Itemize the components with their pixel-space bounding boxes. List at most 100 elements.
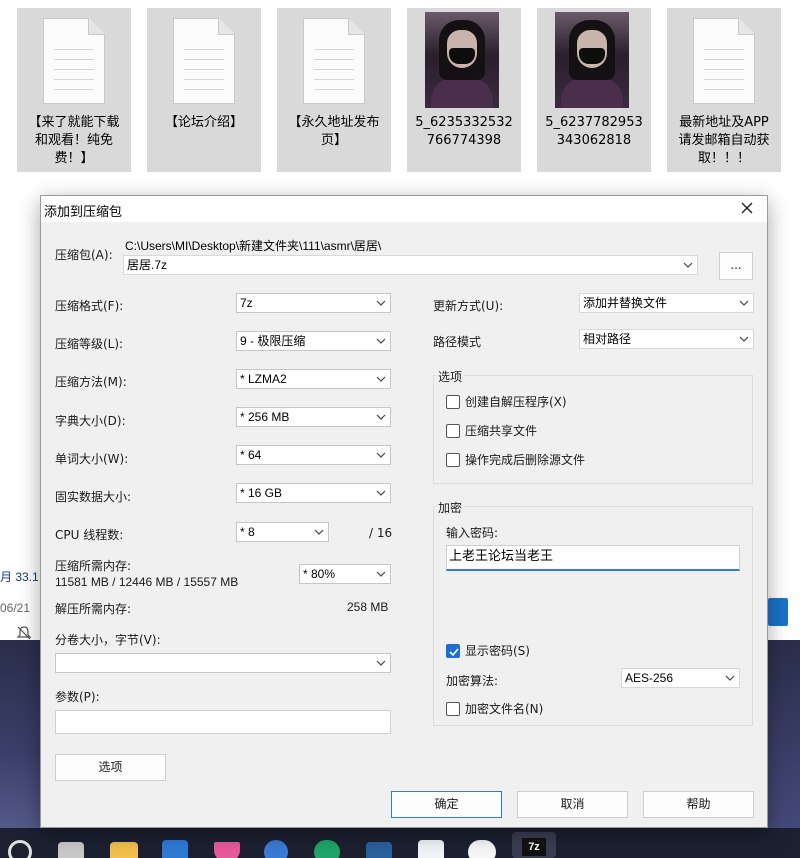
threads-label: CPU 线程数: [55, 528, 124, 542]
dict-value: * 256 MB [240, 410, 290, 424]
encryption-method-value: AES-256 [625, 671, 674, 685]
document-icon [693, 18, 755, 104]
show-password-label: 显示密码(S) [465, 644, 530, 658]
word-label: 单词大小(W): [55, 452, 129, 466]
chevron-down-icon [739, 331, 749, 347]
file-item[interactable]: 【论坛介绍】 [147, 8, 261, 172]
sfx-checkbox-label: 创建自解压程序(X) [465, 395, 567, 409]
desktop-wallpaper [768, 640, 800, 830]
archive-path: C:\Users\MI\Desktop\新建文件夹\111\asmr\居居\ [125, 239, 382, 253]
dict-select[interactable]: * 256 MB [236, 407, 391, 427]
task-view-icon[interactable] [58, 842, 84, 858]
archive-name-combo[interactable]: 居居.7z [123, 255, 698, 275]
chevron-down-icon [376, 371, 386, 387]
encryption-method-select[interactable]: AES-256 [621, 668, 740, 688]
background-partial-date: 06/21 [0, 601, 31, 615]
chevron-down-icon [725, 670, 735, 686]
checkbox-box [446, 453, 460, 467]
mem-percent-value: * 80% [303, 567, 336, 581]
app-icon[interactable] [418, 840, 444, 858]
file-name: 【来了就能下载 和观看！纯免 费！】 [28, 115, 120, 166]
file-item[interactable]: 【永久地址发布 页】 [277, 8, 391, 172]
file-name: 【永久地址发布 页】 [288, 115, 380, 148]
close-icon[interactable] [739, 200, 755, 216]
chevron-down-icon [376, 333, 386, 349]
app-icon[interactable] [366, 842, 392, 858]
folder-icon[interactable] [110, 842, 138, 858]
dialog-title: 添加到压缩包 [44, 205, 123, 220]
password-input[interactable]: 上老王论坛当老王 [446, 545, 740, 571]
method-value: * LZMA2 [240, 372, 287, 386]
format-label: 压缩格式(F): [55, 299, 124, 313]
file-item[interactable]: 最新地址及APP 请发邮箱自动获 取！！！ [667, 8, 781, 172]
mem-percent-select[interactable]: * 80% [299, 564, 391, 584]
desktop-wallpaper [0, 640, 40, 830]
word-value: * 64 [240, 448, 262, 462]
chevron-down-icon [739, 295, 749, 311]
update-select[interactable]: 添加并替换文件 [579, 293, 754, 313]
mem-comp-label: 压缩所需内存: [55, 559, 132, 573]
file-name: 5_6235332532 766774398 [415, 115, 513, 148]
threads-select[interactable]: * 8 [236, 522, 329, 542]
archive-label: 压缩包(A): [55, 248, 113, 262]
add-to-archive-dialog: 添加到压缩包 压缩包(A): C:\Users\MI\Desktop\新建文件夹… [40, 195, 768, 828]
params-label: 参数(P): [55, 690, 100, 704]
method-select[interactable]: * LZMA2 [236, 369, 391, 389]
pathmode-label: 路径模式 [433, 335, 482, 349]
document-icon [43, 18, 105, 104]
cancel-button[interactable]: 取消 [517, 791, 628, 818]
bell-off-icon [16, 626, 32, 640]
password-label: 输入密码: [446, 526, 499, 540]
file-name: 【论坛介绍】 [164, 115, 243, 130]
store-icon[interactable] [162, 840, 188, 858]
file-explorer-view: 【来了就能下载 和观看！纯免 费！】 【论坛介绍】 【永久地址发布 页】 5_6235… [0, 0, 800, 195]
chevron-down-icon [314, 524, 324, 540]
format-select[interactable]: 7z [236, 293, 391, 313]
taskbar-active-app[interactable]: 7z [512, 832, 556, 858]
level-label: 压缩等级(L): [55, 337, 124, 351]
encryption-group-title: 加密 [436, 499, 465, 516]
params-input[interactable] [55, 710, 391, 734]
delete-source-checkbox-label: 操作完成后删除源文件 [465, 453, 586, 467]
split-select[interactable] [55, 653, 391, 673]
shared-checkbox-label: 压缩共享文件 [465, 424, 538, 438]
file-name: 5_6237782953 343062818 [545, 115, 643, 148]
dict-label: 字典大小(D): [55, 414, 126, 428]
update-value: 添加并替换文件 [583, 296, 668, 310]
dialog-titlebar: 添加到压缩包 [41, 196, 767, 222]
help-button[interactable]: 帮助 [643, 791, 754, 818]
chevron-down-icon [376, 295, 386, 311]
threads-total: / 16 [369, 526, 393, 540]
mem-decomp-label: 解压所需内存: [55, 602, 132, 616]
document-icon [173, 18, 235, 104]
level-select[interactable]: 9 - 极限压缩 [236, 331, 391, 351]
edge-browser-icon[interactable] [314, 840, 340, 858]
mem-comp-value: 11581 MB / 12446 MB / 15557 MB [55, 575, 239, 589]
solid-value: * 16 GB [240, 486, 283, 500]
update-label: 更新方式(U): [433, 299, 504, 313]
file-item[interactable]: 【来了就能下载 和观看！纯免 费！】 [17, 8, 131, 172]
pathmode-value: 相对路径 [583, 332, 632, 346]
search-icon[interactable] [8, 840, 32, 858]
app-icon[interactable] [264, 840, 288, 858]
mem-decomp-value: 258 MB [347, 600, 389, 614]
method-label: 压缩方法(M): [55, 375, 127, 389]
checkbox-box [446, 702, 460, 716]
encryption-method-label: 加密算法: [446, 674, 499, 688]
file-item[interactable]: 5_6235332532 766774398 [407, 8, 521, 172]
solid-select[interactable]: * 16 GB [236, 483, 391, 503]
qq-icon[interactable] [468, 840, 496, 858]
chevron-down-icon [376, 409, 386, 425]
checkbox-box [446, 424, 460, 438]
file-item[interactable]: 5_6237782953 343062818 [537, 8, 651, 172]
chevron-down-icon [376, 485, 386, 501]
app-icon[interactable] [214, 842, 240, 858]
ok-button[interactable]: 确定 [391, 791, 502, 818]
threads-value: * 8 [240, 525, 255, 539]
pathmode-select[interactable]: 相对路径 [579, 329, 754, 349]
options-button[interactable]: 选项 [55, 754, 166, 781]
checkbox-box [446, 395, 460, 409]
checkbox-checked [446, 644, 460, 658]
browse-button[interactable]: ... [719, 252, 753, 280]
word-select[interactable]: * 64 [236, 445, 391, 465]
